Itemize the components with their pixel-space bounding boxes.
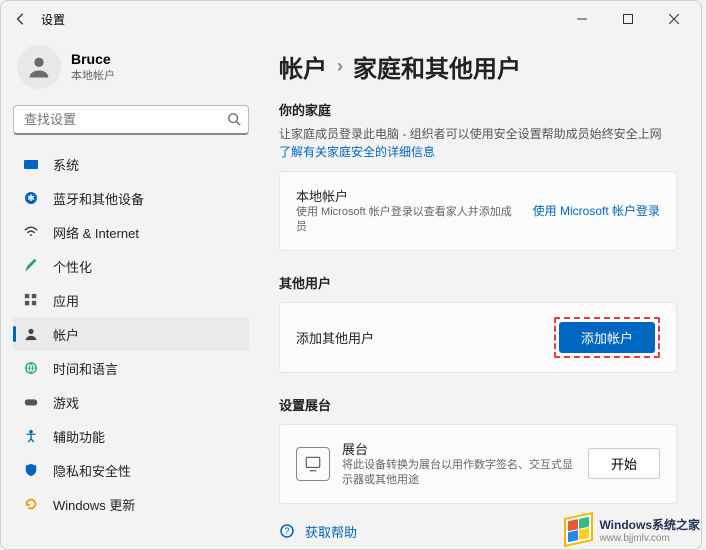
sidebar-item-personalize[interactable]: 个性化 bbox=[13, 249, 249, 283]
minimize-button[interactable] bbox=[559, 3, 605, 35]
titlebar: 设置 bbox=[1, 1, 701, 37]
kiosk-icon bbox=[296, 447, 330, 481]
window-title: 设置 bbox=[41, 11, 65, 28]
sidebar-item-gaming[interactable]: 游戏 bbox=[13, 385, 249, 419]
gamepad-icon bbox=[23, 394, 39, 410]
other-users-heading: 其他用户 bbox=[279, 273, 677, 292]
add-account-button[interactable]: 添加帐户 bbox=[559, 322, 655, 353]
sidebar-item-label: 隐私和安全性 bbox=[53, 461, 131, 480]
kiosk-title: 展台 bbox=[342, 439, 588, 458]
watermark-title: Windows系统之家 bbox=[599, 516, 700, 533]
local-account-desc: 使用 Microsoft 帐户登录以查看家人并添加成员 bbox=[296, 205, 516, 236]
user-type: 本地帐户 bbox=[71, 67, 115, 83]
sidebar-item-label: 网络 & Internet bbox=[53, 223, 139, 242]
sidebar-item-system[interactable]: 系统 bbox=[13, 147, 249, 181]
local-account-title: 本地帐户 bbox=[296, 186, 533, 205]
shield-icon bbox=[23, 462, 39, 478]
maximize-icon bbox=[623, 14, 633, 24]
local-account-card: 本地帐户 使用 Microsoft 帐户登录以查看家人并添加成员 使用 Micr… bbox=[279, 171, 677, 251]
avatar bbox=[17, 45, 61, 89]
user-profile[interactable]: Bruce 本地帐户 bbox=[13, 37, 249, 101]
sidebar-item-privacy[interactable]: 隐私和安全性 bbox=[13, 453, 249, 487]
wifi-icon bbox=[23, 224, 39, 240]
sidebar-item-label: 游戏 bbox=[53, 393, 79, 412]
sidebar-item-label: 辅助功能 bbox=[53, 427, 105, 446]
sidebar-item-time[interactable]: 时间和语言 bbox=[13, 351, 249, 385]
window-controls bbox=[559, 3, 697, 35]
search-container bbox=[13, 105, 249, 135]
add-user-label: 添加其他用户 bbox=[296, 328, 554, 347]
sidebar-item-accessibility[interactable]: 辅助功能 bbox=[13, 419, 249, 453]
sidebar-item-bluetooth[interactable]: ✱ 蓝牙和其他设备 bbox=[13, 181, 249, 215]
close-button[interactable] bbox=[651, 3, 697, 35]
sidebar-item-label: 时间和语言 bbox=[53, 359, 118, 378]
back-button[interactable] bbox=[5, 3, 37, 35]
accessibility-icon bbox=[23, 428, 39, 444]
highlight-annotation: 添加帐户 bbox=[554, 317, 660, 358]
family-heading: 你的家庭 bbox=[279, 100, 677, 119]
settings-window: 设置 Bruce 本地帐户 bbox=[0, 0, 702, 550]
close-icon bbox=[669, 14, 679, 24]
kiosk-card: 展台 将此设备转换为展台以用作数字签名、交互式显示器或其他用途 开始 bbox=[279, 424, 677, 504]
monitor-icon bbox=[23, 156, 39, 172]
kiosk-heading: 设置展台 bbox=[279, 395, 677, 414]
nav-list: 系统 ✱ 蓝牙和其他设备 网络 & Internet 个性化 应用 bbox=[13, 147, 249, 521]
watermark: Windows系统之家 www.bjjmlv.com bbox=[564, 515, 700, 544]
help-label: 获取帮助 bbox=[305, 522, 357, 541]
kiosk-desc: 将此设备转换为展台以用作数字签名、交互式显示器或其他用途 bbox=[342, 458, 582, 489]
add-user-card: 添加其他用户 添加帐户 bbox=[279, 302, 677, 373]
user-name: Bruce bbox=[71, 51, 115, 67]
person-small-icon bbox=[23, 326, 39, 342]
maximize-button[interactable] bbox=[605, 3, 651, 35]
person-icon bbox=[25, 53, 53, 81]
content-area: Bruce 本地帐户 系统 ✱ 蓝牙和其他设备 bbox=[1, 37, 701, 549]
sidebar-item-accounts[interactable]: 帐户 bbox=[13, 317, 249, 351]
search-input[interactable] bbox=[13, 105, 249, 135]
breadcrumb: 帐户 › 家庭和其他用户 bbox=[279, 49, 677, 84]
breadcrumb-root[interactable]: 帐户 bbox=[279, 49, 327, 84]
ms-signin-link[interactable]: 使用 Microsoft 帐户登录 bbox=[533, 202, 660, 219]
chevron-right-icon: › bbox=[337, 56, 343, 77]
sidebar-item-label: 蓝牙和其他设备 bbox=[53, 189, 144, 208]
sidebar: Bruce 本地帐户 系统 ✱ 蓝牙和其他设备 bbox=[1, 37, 261, 549]
watermark-url: www.bjjmlv.com bbox=[599, 533, 700, 544]
windows-logo-icon bbox=[564, 512, 593, 547]
update-icon bbox=[23, 496, 39, 512]
sidebar-item-label: Windows 更新 bbox=[53, 495, 135, 514]
family-desc: 让家庭成员登录此电脑 - 组织者可以使用安全设置帮助成员始终安全上网 bbox=[279, 125, 677, 143]
sidebar-item-label: 帐户 bbox=[53, 325, 79, 344]
sidebar-item-label: 应用 bbox=[53, 291, 79, 310]
main-panel: 帐户 › 家庭和其他用户 你的家庭 让家庭成员登录此电脑 - 组织者可以使用安全… bbox=[261, 37, 701, 549]
brush-icon bbox=[23, 258, 39, 274]
globe-icon bbox=[23, 360, 39, 376]
apps-icon bbox=[23, 292, 39, 308]
sidebar-item-update[interactable]: Windows 更新 bbox=[13, 487, 249, 521]
kiosk-start-button[interactable]: 开始 bbox=[588, 448, 660, 479]
arrow-left-icon bbox=[14, 12, 28, 26]
svg-text:?: ? bbox=[284, 526, 289, 536]
sidebar-item-network[interactable]: 网络 & Internet bbox=[13, 215, 249, 249]
minimize-icon bbox=[577, 14, 587, 24]
sidebar-item-label: 个性化 bbox=[53, 257, 92, 276]
page-title: 家庭和其他用户 bbox=[353, 49, 521, 84]
sidebar-item-label: 系统 bbox=[53, 155, 79, 174]
sidebar-item-apps[interactable]: 应用 bbox=[13, 283, 249, 317]
family-safety-link[interactable]: 了解有关家庭安全的详细信息 bbox=[279, 145, 435, 159]
search-icon bbox=[227, 112, 241, 131]
help-icon: ? bbox=[279, 523, 295, 539]
bluetooth-icon: ✱ bbox=[23, 190, 39, 206]
